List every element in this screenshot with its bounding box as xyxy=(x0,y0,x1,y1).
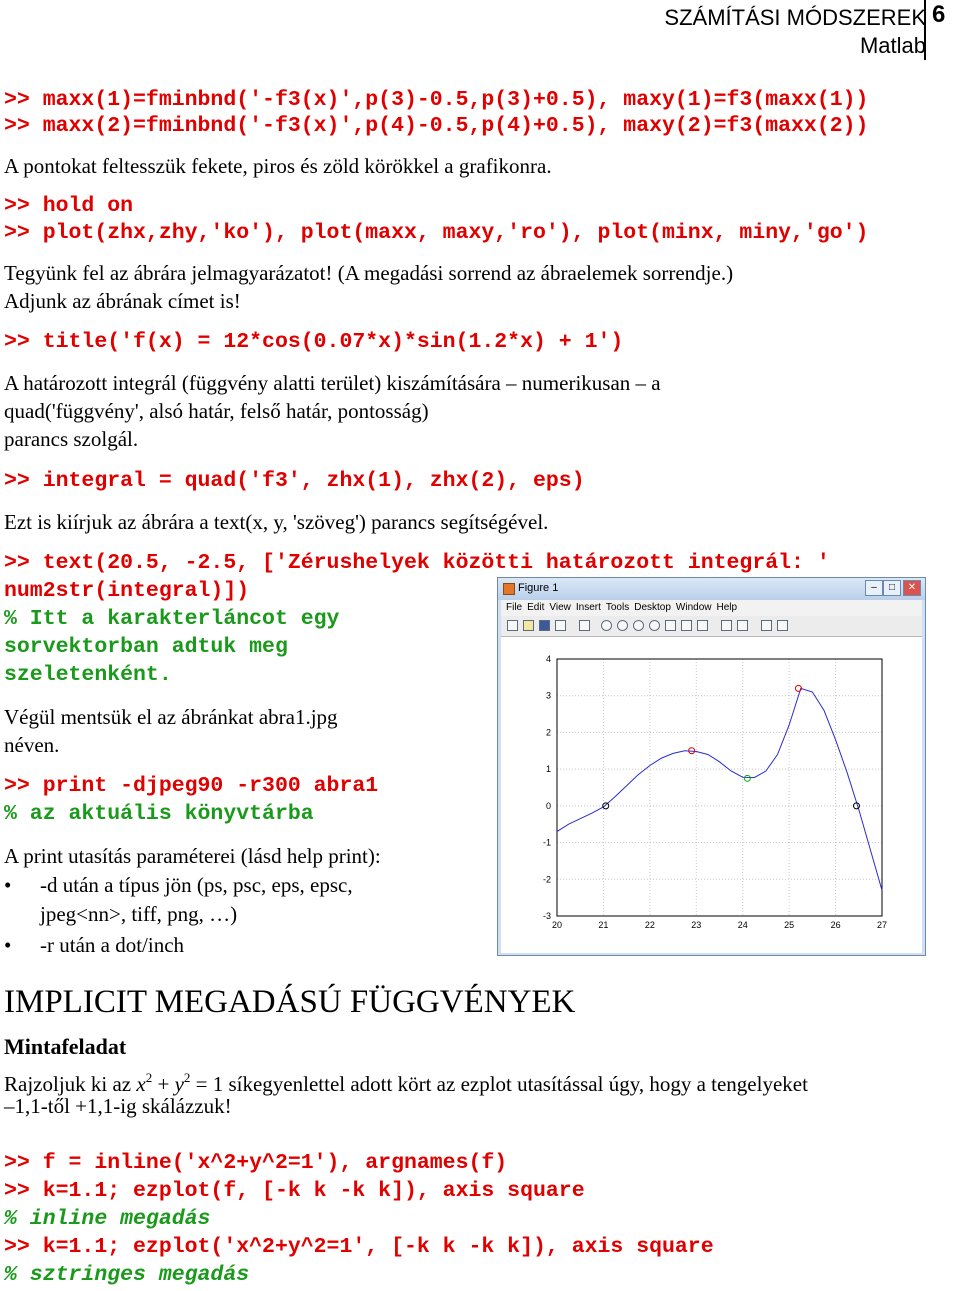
chart-svg: 20 21 22 23 24 25 26 27-3-2-101234 xyxy=(543,654,887,930)
pan-icon[interactable] xyxy=(633,620,644,631)
figure-toolbar xyxy=(501,616,922,637)
maximize-button[interactable]: □ xyxy=(883,580,901,596)
y-tick-label: 4 xyxy=(546,654,551,664)
x-tick-label: 21 xyxy=(598,920,608,930)
code-comment: % az aktuális könyvtárba xyxy=(4,802,314,826)
bullet-item: • -d után a típus jön (ps, psc, eps, eps… xyxy=(4,871,484,929)
x-tick-label: 20 xyxy=(552,920,562,930)
bullet-text: -r után a dot/inch xyxy=(40,933,185,957)
paragraph: parancs szolgál. xyxy=(4,427,139,451)
x-tick-label: 27 xyxy=(877,920,887,930)
zoom-out-icon[interactable] xyxy=(617,620,628,631)
task-text: –1,1-től +1,1-ig skálázzuk! xyxy=(4,1094,232,1118)
task-text-part: = 1 síkegyenlettel adott kört az ezplot … xyxy=(190,1072,808,1096)
code-line: >> integral = quad('f3', zhx(1), zhx(2),… xyxy=(4,469,585,493)
menu-tools[interactable]: Tools xyxy=(606,602,629,613)
legend-icon[interactable] xyxy=(737,620,748,631)
paragraph: quad('függvény', alsó határ, felső határ… xyxy=(4,399,429,423)
y-tick-label: 2 xyxy=(546,727,551,737)
bullet-text: jpeg<nn>, tiff, png, …) xyxy=(40,902,238,926)
y-tick-label: 1 xyxy=(546,764,551,774)
matlab-icon xyxy=(503,583,515,595)
x-tick-label: 26 xyxy=(831,920,841,930)
figure-titlebar: Figure 1 – □ ✕ xyxy=(498,578,925,600)
code-line: >> plot(zhx,zhy,'ko'), plot(maxx, maxy,'… xyxy=(4,221,869,245)
paragraph: Ezt is kiírjuk az ábrára a text(x, y, 's… xyxy=(4,510,549,534)
function-curve xyxy=(556,687,883,891)
code-comment: sorvektorban adtuk meg xyxy=(4,635,288,659)
paragraph: A határozott integrál (függvény alatti t… xyxy=(4,371,661,395)
show-tools-icon[interactable] xyxy=(777,620,788,631)
bullet-text: -d után a típus jön (ps, psc, eps, epsc, xyxy=(40,873,353,897)
code-line: >> maxx(2)=fminbnd('-f3(x)',p(4)-0.5,p(4… xyxy=(4,114,869,138)
menu-window[interactable]: Window xyxy=(676,602,712,613)
axes-box xyxy=(556,658,883,917)
print-icon[interactable] xyxy=(555,620,566,631)
hide-tools-icon[interactable] xyxy=(761,620,772,631)
y-tick-label: -1 xyxy=(543,838,551,848)
save-icon[interactable] xyxy=(539,620,550,631)
code-line: >> title('f(x) = 12*cos(0.07*x)*sin(1.2*… xyxy=(4,330,624,354)
menu-insert[interactable]: Insert xyxy=(576,602,601,613)
x-tick-label: 22 xyxy=(645,920,655,930)
page-header: SZÁMÍTÁSI MÓDSZEREK Matlab xyxy=(664,4,926,60)
brush-icon[interactable] xyxy=(681,620,692,631)
min-marker xyxy=(743,774,751,782)
menu-help[interactable]: Help xyxy=(717,602,738,613)
y-tick-label: -2 xyxy=(543,874,551,884)
page-number: 6 xyxy=(924,0,958,60)
close-button[interactable]: ✕ xyxy=(903,580,921,596)
paragraph: néven. xyxy=(4,733,60,757)
plot-area: 20 21 22 23 24 25 26 27 -3 -2 -1 0 1 2 3 4 xyxy=(501,637,922,953)
menu-view[interactable]: View xyxy=(549,602,571,613)
menu-edit[interactable]: Edit xyxy=(527,602,544,613)
section-heading: IMPLICIT MEGADÁSÚ FÜGGVÉNYEK xyxy=(4,984,576,1020)
code-line: >> text(20.5, -2.5, ['Zérushelyek között… xyxy=(4,551,830,575)
y-tick-label: 3 xyxy=(546,691,551,701)
x-tick-label: 24 xyxy=(738,920,748,930)
edit-plot-icon[interactable] xyxy=(579,620,590,631)
code-line: >> k=1.1; ezplot(f, [-k k -k k]), axis s… xyxy=(4,1179,585,1203)
figure-title: Figure 1 xyxy=(518,582,559,594)
y-tick-label: -3 xyxy=(543,911,551,921)
y-tick-label: 0 xyxy=(546,801,551,811)
code-line: >> f = inline('x^2+y^2=1'), argnames(f) xyxy=(4,1151,508,1175)
code-line: num2str(integral)]) xyxy=(4,579,250,603)
minimize-button[interactable]: – xyxy=(865,580,883,596)
menu-file[interactable]: File xyxy=(506,602,522,613)
bullet-dot: • xyxy=(4,933,12,957)
code-comment: % Itt a karakterláncot egy xyxy=(4,607,340,631)
zoom-in-icon[interactable] xyxy=(601,620,612,631)
link-icon[interactable] xyxy=(697,620,708,631)
header-subtitle: Matlab xyxy=(859,33,926,58)
code-line: >> k=1.1; ezplot('x^2+y^2=1', [-k k -k k… xyxy=(4,1235,714,1259)
code-line: >> print -djpeg90 -r300 abra1 xyxy=(4,774,379,798)
x-tick-label: 25 xyxy=(784,920,794,930)
menu-desktop[interactable]: Desktop xyxy=(634,602,671,613)
figure-window: Figure 1 – □ ✕ File Edit View Insert Tools De… xyxy=(497,577,926,956)
paragraph: Végül mentsük el az ábránkat abra1.jpg xyxy=(4,705,338,729)
bullet-item: • -r után a dot/inch xyxy=(4,931,484,960)
code-comment: % sztringes megadás xyxy=(4,1263,250,1287)
code-comment: % inline megadás xyxy=(4,1207,211,1231)
paragraph: A print utasítás paraméterei (lásd help … xyxy=(4,844,381,868)
rotate-icon[interactable] xyxy=(649,620,660,631)
data-cursor-icon[interactable] xyxy=(665,620,676,631)
header-title: SZÁMÍTÁSI MÓDSZEREK xyxy=(664,5,926,30)
paragraph: A pontokat feltesszük fekete, piros és z… xyxy=(4,154,552,178)
figure-menubar: File Edit View Insert Tools Desktop Window Help xyxy=(501,600,922,616)
code-line: >> maxx(1)=fminbnd('-f3(x)',p(3)-0.5,p(3… xyxy=(4,88,869,112)
code-comment: szeletenként. xyxy=(4,663,172,687)
new-figure-icon[interactable] xyxy=(507,620,518,631)
open-icon[interactable] xyxy=(523,620,534,631)
paragraph: Tegyünk fel az ábrára jelmagyarázatot! (… xyxy=(4,261,734,285)
paragraph: Adjunk az ábrának címet is! xyxy=(4,289,241,313)
code-line: >> hold on xyxy=(4,194,134,218)
x-tick-label: 23 xyxy=(691,920,701,930)
bullet-dot: • xyxy=(4,873,12,897)
colorbar-icon[interactable] xyxy=(721,620,732,631)
task-heading: Mintafeladat xyxy=(4,1034,127,1059)
